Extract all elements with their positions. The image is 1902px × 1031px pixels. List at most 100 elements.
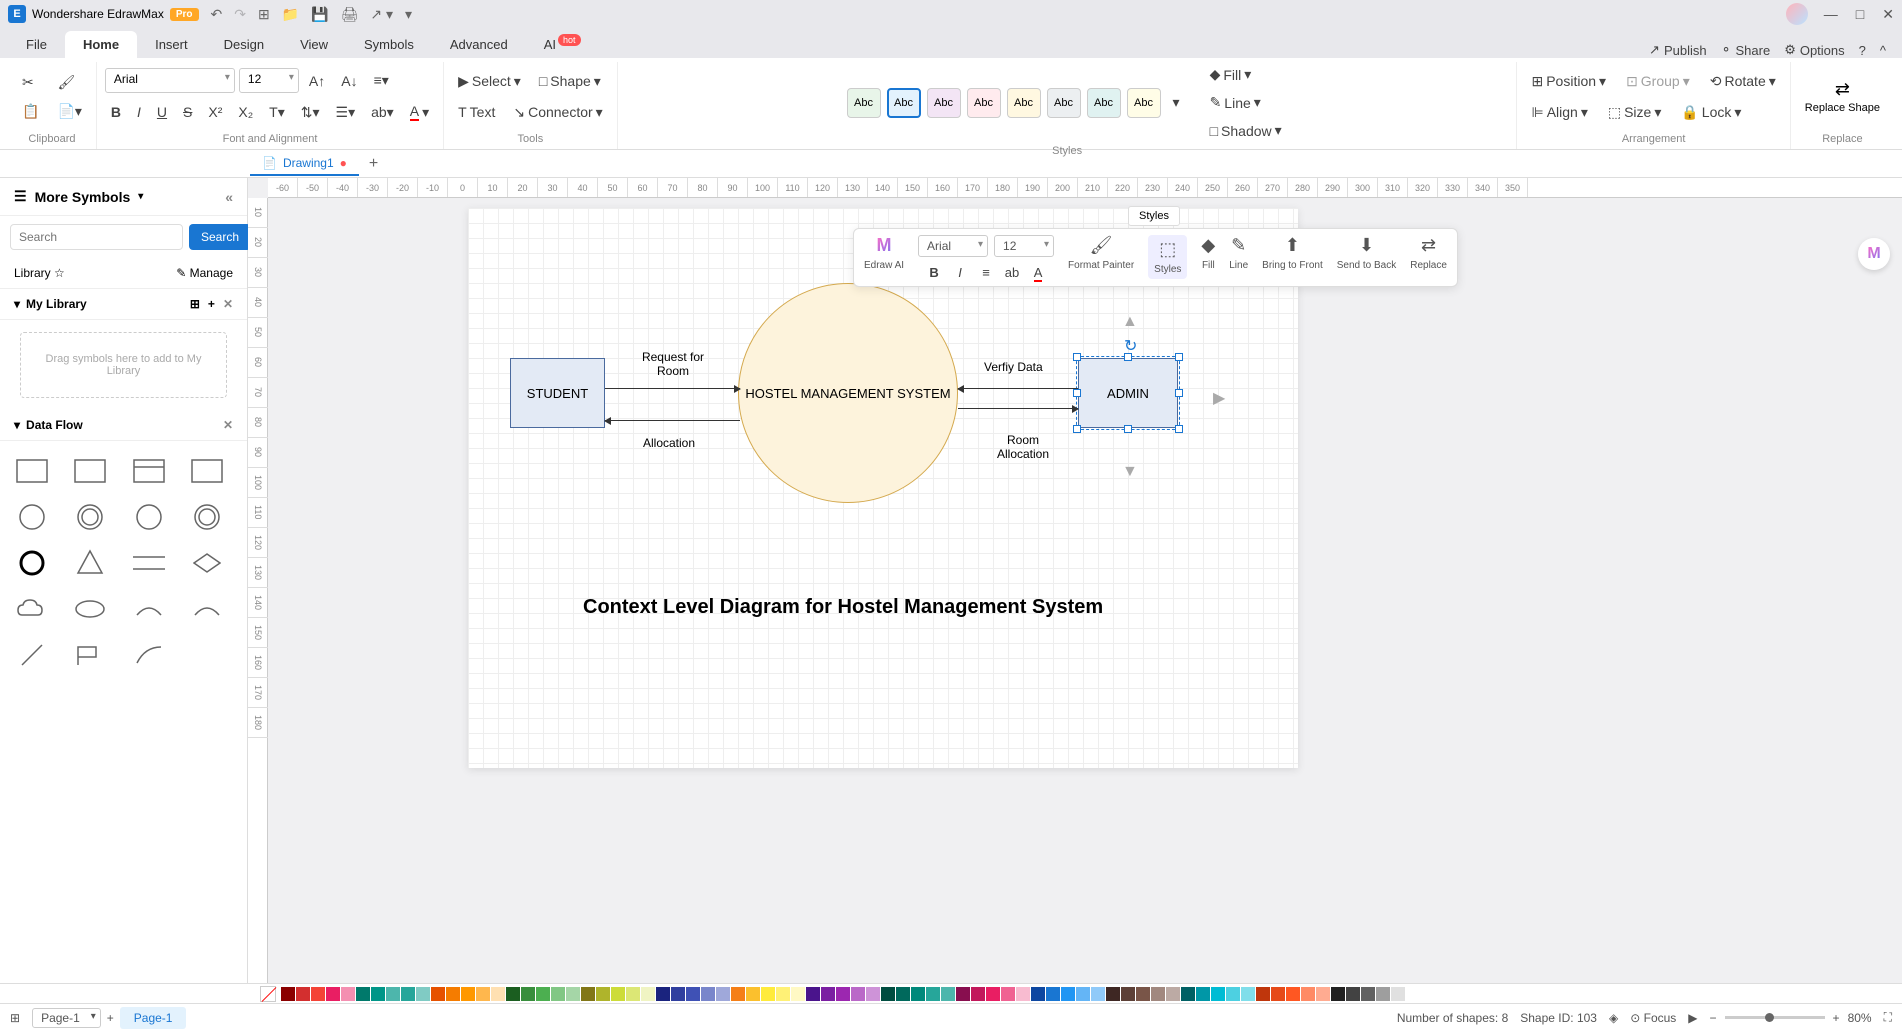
arrow-room-alloc[interactable] [958, 408, 1078, 409]
shape-cloud[interactable] [12, 591, 52, 627]
close-library-button[interactable]: ✕ [223, 297, 233, 311]
shape-tool-button[interactable]: □ Shape ▾ [533, 69, 607, 94]
color-swatch[interactable] [371, 987, 385, 1001]
lock-button[interactable]: 🔒 Lock▾ [1675, 100, 1747, 125]
color-swatch[interactable] [476, 987, 490, 1001]
style-swatch-3[interactable]: Abc [927, 88, 961, 118]
color-swatch[interactable] [1391, 987, 1405, 1001]
float-highlight-button[interactable]: ab [1003, 265, 1021, 280]
color-swatch[interactable] [911, 987, 925, 1001]
color-swatch[interactable] [326, 987, 340, 1001]
print-button[interactable]: 🖨 [341, 6, 359, 23]
color-swatch[interactable] [716, 987, 730, 1001]
float-align-button[interactable]: ≡ [977, 265, 995, 280]
size-button[interactable]: ⬚ Size▾ [1602, 100, 1668, 125]
color-swatch[interactable] [341, 987, 355, 1001]
page-select[interactable]: Page-1 [32, 1008, 101, 1028]
page[interactable]: HOSTEL MANAGEMENT SYSTEM STUDENT ADMIN [468, 208, 1298, 768]
color-swatch[interactable] [386, 987, 400, 1001]
format-painter-button[interactable]: 🖌 [51, 70, 87, 95]
style-swatch-1[interactable]: Abc [847, 88, 881, 118]
color-swatch[interactable] [461, 987, 475, 1001]
line-spacing-button[interactable]: ⇅▾ [295, 99, 326, 125]
color-swatch[interactable] [521, 987, 535, 1001]
color-swatch[interactable] [1061, 987, 1075, 1001]
color-swatch[interactable] [1091, 987, 1105, 1001]
shape-rect-header[interactable] [129, 453, 169, 489]
maximize-button[interactable]: □ [1856, 6, 1864, 23]
shape-ellipse[interactable] [70, 591, 110, 627]
color-swatch[interactable] [311, 987, 325, 1001]
superscript-button[interactable]: X² [202, 99, 228, 125]
color-swatch[interactable] [491, 987, 505, 1001]
data-flow-section[interactable]: ▾Data Flow ✕ [0, 410, 247, 441]
close-button[interactable]: ✕ [1882, 6, 1894, 23]
undo-button[interactable]: ↶ [211, 6, 223, 23]
shape-arc-1[interactable] [129, 591, 169, 627]
manage-button[interactable]: ✎ Manage [176, 266, 233, 280]
float-format-painter-button[interactable]: 🖌Format Painter [1068, 235, 1134, 271]
highlight-button[interactable]: ab▾ [365, 99, 400, 125]
color-swatch[interactable] [1001, 987, 1015, 1001]
help-button[interactable]: ? [1859, 43, 1866, 58]
font-size-select[interactable]: 12 [239, 68, 299, 93]
color-swatch[interactable] [356, 987, 370, 1001]
connect-arrow-bottom[interactable]: ▼ [1122, 463, 1138, 481]
style-swatch-5[interactable]: Abc [1007, 88, 1041, 118]
symbol-search-input[interactable] [10, 224, 183, 250]
color-swatch[interactable] [1196, 987, 1210, 1001]
float-bring-front-button[interactable]: ⬆Bring to Front [1262, 235, 1323, 271]
label-allocation[interactable]: Allocation [643, 436, 695, 450]
grid-view-button[interactable]: ⊞ [190, 297, 200, 311]
color-swatch[interactable] [641, 987, 655, 1001]
color-swatch[interactable] [986, 987, 1000, 1001]
library-header[interactable]: Library ☆ ✎ Manage [0, 258, 247, 289]
color-swatch[interactable] [806, 987, 820, 1001]
color-swatch[interactable] [761, 987, 775, 1001]
library-drop-zone[interactable]: Drag symbols here to add to My Library [20, 332, 227, 398]
layout-toggle-button[interactable]: ⊞ [10, 1011, 20, 1025]
group-button[interactable]: ⊡ Group▾ [1620, 69, 1696, 94]
text-tool-button[interactable]: T Text [452, 100, 501, 125]
color-swatch[interactable] [1271, 987, 1285, 1001]
color-swatch[interactable] [1256, 987, 1270, 1001]
color-swatch[interactable] [776, 987, 790, 1001]
connect-arrow-right[interactable]: ▶ [1213, 388, 1225, 408]
color-swatch[interactable] [1136, 987, 1150, 1001]
align-menu-button[interactable]: ≡▾ [368, 68, 395, 93]
add-library-button[interactable]: + [208, 297, 215, 311]
color-swatch[interactable] [566, 987, 580, 1001]
menu-view[interactable]: View [282, 31, 346, 58]
shape-triangle[interactable] [70, 545, 110, 581]
float-fill-button[interactable]: ◆Fill [1201, 235, 1215, 271]
color-swatch[interactable] [581, 987, 595, 1001]
zoom-slider[interactable] [1725, 1016, 1825, 1019]
color-swatch[interactable] [836, 987, 850, 1001]
layers-button[interactable]: ◈ [1609, 1011, 1618, 1025]
menu-advanced[interactable]: Advanced [432, 31, 526, 58]
color-swatch[interactable] [1331, 987, 1345, 1001]
color-swatch[interactable] [881, 987, 895, 1001]
color-swatch[interactable] [1376, 987, 1390, 1001]
italic-button[interactable]: I [131, 99, 147, 125]
search-button[interactable]: Search [189, 224, 251, 250]
float-replace-button[interactable]: ⇄Replace [1410, 235, 1447, 271]
increase-font-button[interactable]: A↑ [303, 68, 331, 93]
open-button[interactable]: 📁 [282, 6, 299, 23]
float-italic-button[interactable]: I [951, 265, 969, 280]
my-library-section[interactable]: ▾My Library ⊞ + ✕ [0, 289, 247, 320]
color-swatch[interactable] [941, 987, 955, 1001]
shape-curve[interactable] [129, 637, 169, 673]
shape-rect-3[interactable] [187, 453, 227, 489]
color-swatch[interactable] [1181, 987, 1195, 1001]
align-button[interactable]: ⊫ Align▾ [1525, 100, 1593, 125]
process-circle[interactable]: HOSTEL MANAGEMENT SYSTEM [738, 283, 958, 503]
color-swatch[interactable] [686, 987, 700, 1001]
color-swatch[interactable] [1241, 987, 1255, 1001]
rotate-handle[interactable]: ↻ [1124, 336, 1137, 356]
color-swatch[interactable] [626, 987, 640, 1001]
arrow-allocation[interactable] [605, 420, 740, 421]
color-swatch[interactable] [596, 987, 610, 1001]
shape-circle-double[interactable] [70, 499, 110, 535]
shadow-button[interactable]: □ Shadow ▾ [1204, 118, 1288, 143]
